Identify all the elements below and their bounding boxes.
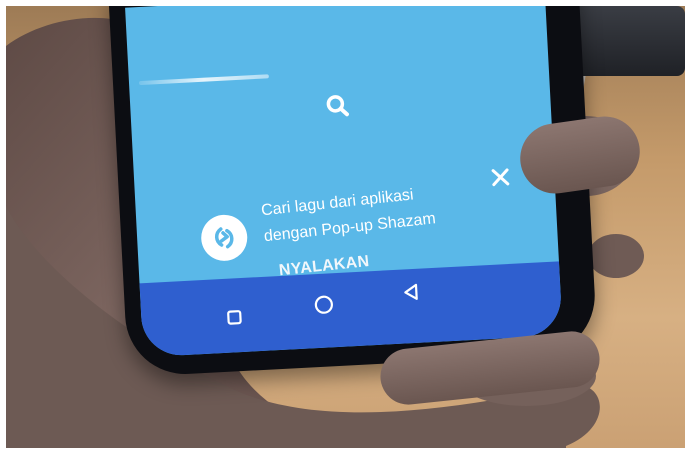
shazam-logo-icon [200, 213, 249, 263]
phone-screen: Cari lagu dari aplikasi dengan Pop-up Sh… [125, 0, 563, 358]
photo-frame: Cari lagu dari aplikasi dengan Pop-up Sh… [0, 0, 691, 454]
triangle-back-icon [404, 283, 418, 300]
square-icon [227, 310, 242, 325]
recents-button[interactable] [221, 304, 248, 331]
back-button[interactable] [398, 278, 425, 305]
popup-message: Cari lagu dari aplikasi dengan Pop-up Sh… [260, 176, 474, 250]
listening-wave [138, 74, 269, 86]
circle-icon [314, 295, 333, 314]
search-icon[interactable] [324, 92, 351, 119]
home-button[interactable] [310, 291, 337, 318]
close-icon[interactable] [489, 166, 512, 189]
phone: Cari lagu dari aplikasi dengan Pop-up Sh… [108, 0, 598, 378]
